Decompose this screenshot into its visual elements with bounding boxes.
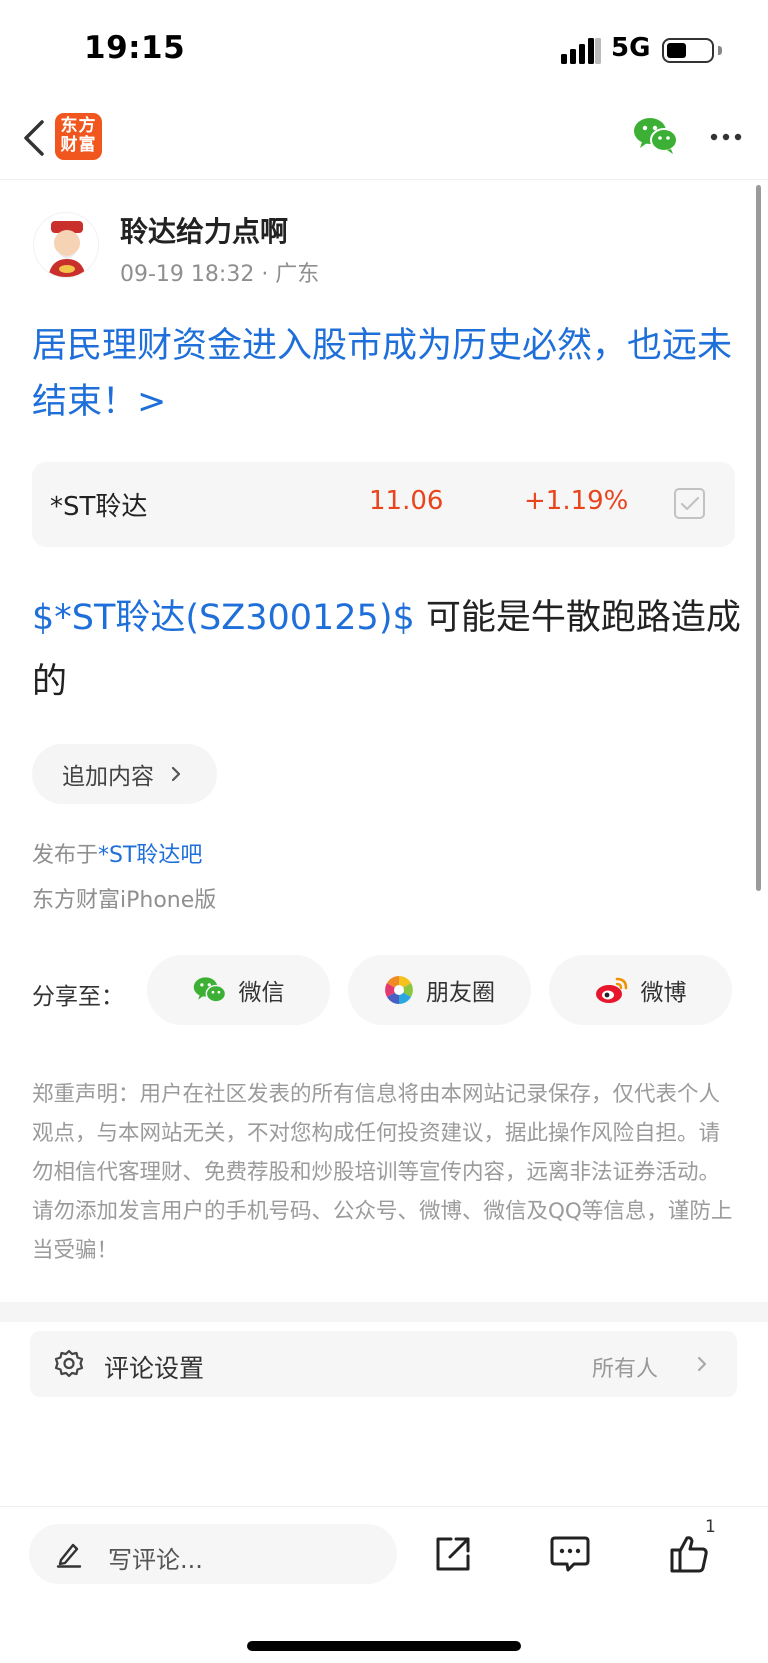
stock-price: 11.06: [369, 486, 444, 516]
post-title-link[interactable]: 居民理财资金进入股市成为历史必然，也远未结束！>: [32, 318, 737, 430]
comment-settings-label: 评论设置: [104, 1354, 205, 1383]
client-source: 东方财富iPhone版: [32, 888, 217, 913]
share-weibo-button[interactable]: 微博: [549, 955, 732, 1025]
battery-icon: [662, 38, 722, 63]
signal-icon: [561, 38, 601, 64]
comment-settings-value: 所有人: [592, 1357, 659, 1382]
disclaimer: 郑重声明：用户在社区发表的所有信息将由本网站记录保存，仅代表个人观点，与本网站无…: [32, 1082, 733, 1263]
like-icon: [670, 1536, 708, 1573]
share-button[interactable]: [428, 1529, 478, 1579]
weibo-icon: [595, 977, 627, 1003]
like-count: 1: [705, 1517, 716, 1537]
comments-button[interactable]: [545, 1529, 595, 1579]
share-moments-button[interactable]: 朋友圈: [348, 955, 531, 1025]
author-name[interactable]: 聆达给力点啊: [120, 210, 288, 250]
more-icon[interactable]: [706, 122, 746, 152]
comment-input[interactable]: 写评论...: [29, 1524, 397, 1584]
battery-fill: [667, 43, 686, 58]
avatar[interactable]: [33, 212, 99, 278]
add-content-button[interactable]: 追加内容: [32, 744, 217, 804]
nav-bar: 东方 财富: [0, 100, 768, 180]
watchlist-checkbox[interactable]: [674, 488, 705, 519]
stock-name: *ST聆达: [50, 492, 148, 522]
avatar-image: [48, 221, 86, 277]
forum-link[interactable]: *ST聆达吧: [98, 843, 202, 868]
check-icon: [680, 496, 699, 510]
published-in: 发布于*ST聆达吧: [32, 837, 202, 869]
chevron-right-icon: [697, 1356, 707, 1372]
app-logo[interactable]: 东方 财富: [55, 113, 102, 160]
status-time: 19:15: [84, 30, 186, 66]
share-wechat-label: 微信: [238, 980, 285, 1006]
scrollbar[interactable]: [756, 185, 761, 891]
gear-icon: [54, 1349, 84, 1378]
share-label: 分享至：: [32, 984, 124, 1010]
comment-placeholder: 写评论...: [108, 1546, 203, 1574]
comment-settings-row[interactable]: 评论设置 所有人: [30, 1331, 737, 1397]
stock-card[interactable]: *ST聆达 11.06 +1.19%: [32, 462, 735, 547]
add-content-label: 追加内容: [62, 764, 154, 790]
pencil-icon: [56, 1543, 82, 1568]
back-chevron-icon: [24, 120, 44, 156]
share-moments-label: 朋友圈: [426, 980, 495, 1006]
stock-tag-link[interactable]: $*ST聆达(SZ300125)$: [32, 598, 415, 638]
post-meta: 09-19 18:32 · 广东: [120, 262, 320, 287]
app-logo-text: 东方 财富: [60, 116, 97, 155]
bottom-action-bar: 写评论... 1: [0, 1506, 768, 1663]
stock-change: +1.19%: [524, 486, 629, 516]
wechat-icon: [193, 977, 226, 1003]
moments-icon: [385, 976, 413, 1004]
author-header: 聆达给力点啊 09-19 18:32 · 广东: [33, 208, 733, 288]
section-divider: [0, 1302, 768, 1322]
published-prefix: 发布于: [32, 843, 99, 868]
status-bar: 19:15 5G: [0, 0, 768, 100]
share-weibo-label: 微博: [640, 980, 687, 1006]
wechat-icon[interactable]: [633, 115, 679, 155]
network-type: 5G: [611, 33, 651, 63]
share-icon: [436, 1537, 470, 1571]
post-body: $*ST聆达(SZ300125)$ 可能是牛散跑路造成的: [32, 586, 742, 714]
chevron-right-icon: [171, 766, 181, 782]
share-wechat-button[interactable]: 微信: [147, 955, 330, 1025]
back-button[interactable]: [14, 116, 54, 160]
home-indicator[interactable]: [247, 1641, 521, 1651]
comment-icon: [550, 1536, 590, 1572]
